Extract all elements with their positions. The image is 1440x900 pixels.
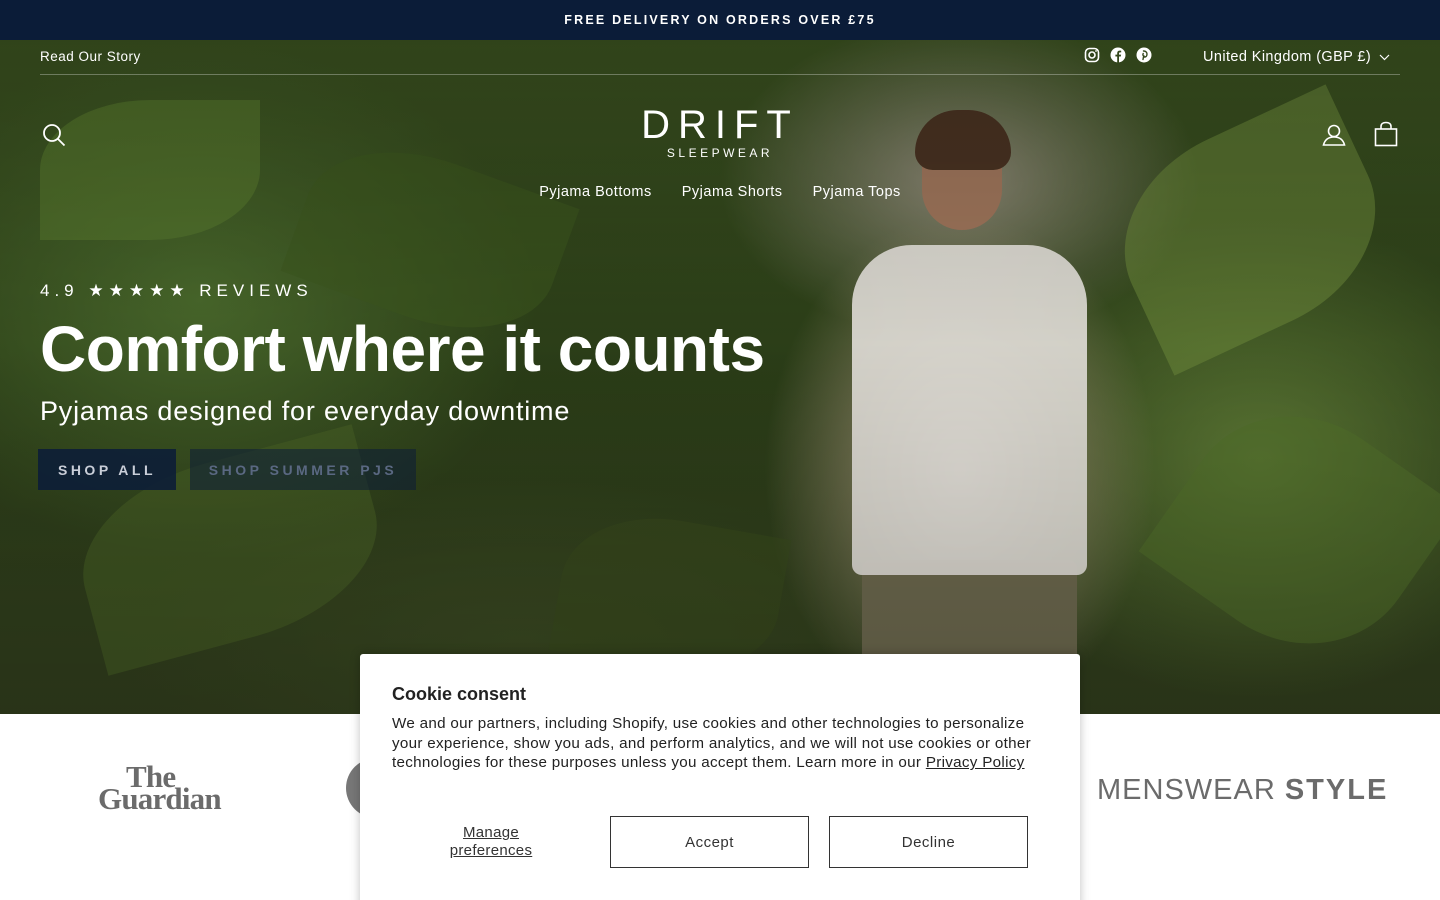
decline-button[interactable]: Decline [829,816,1028,868]
cookie-actions: Manage preferences Accept Decline [392,816,1048,868]
nav-item-pyjama-tops[interactable]: Pyjama Tops [813,184,901,200]
announcement-text: FREE DELIVERY ON ORDERS OVER £75 [564,13,876,27]
nav-item-pyjama-bottoms[interactable]: Pyjama Bottoms [539,184,652,200]
search-icon[interactable] [42,123,66,147]
cart-icon[interactable] [1374,121,1398,147]
cookie-description: We and our partners, including Shopify, … [392,714,1052,773]
facebook-icon[interactable] [1110,47,1126,63]
accept-button[interactable]: Accept [610,816,809,868]
nav-item-pyjama-shorts[interactable]: Pyjama Shorts [682,184,783,200]
account-icon[interactable] [1322,123,1346,147]
reviews-rating[interactable]: 4.9 ★★★★★ REVIEWS [40,281,313,301]
drift-logo[interactable]: DRIFT SLEEPWEAR [640,105,800,163]
cookie-title: Cookie consent [392,684,527,704]
main-nav: Pyjama Bottoms Pyjama Shorts Pyjama Tops [0,184,1440,200]
guardian-logo-line2: Guardian [98,781,222,816]
chevron-down-icon [1379,54,1390,60]
read-our-story-link[interactable]: Read Our Story [40,49,141,64]
social-links [1084,47,1152,63]
currency-label: United Kingdom (GBP £) [1203,49,1372,65]
pinterest-icon[interactable] [1136,47,1152,63]
shop-summer-pjs-button[interactable]: SHOP SUMMER PJS [190,449,416,490]
instagram-icon[interactable] [1084,47,1100,63]
person-tshirt [852,245,1087,575]
announcement-bar: FREE DELIVERY ON ORDERS OVER £75 [0,0,1440,40]
privacy-policy-link[interactable]: Privacy Policy [926,754,1025,771]
menswear-style-logo: MENSWEAR STYLE [1097,774,1388,807]
hero-headline: Comfort where it counts [40,313,765,385]
currency-selector[interactable]: United Kingdom (GBP £) [1203,49,1390,65]
logo-tagline: SLEEPWEAR [666,146,774,160]
guardian-logo: The Guardian [98,761,222,816]
menswear-logo-bold: STYLE [1284,774,1389,806]
utility-bar: Read Our Story United Kingdom (GBP £) [40,40,1400,75]
hero-subheading: Pyjamas designed for everyday downtime [40,396,571,426]
foliage-decor [1138,371,1440,689]
manage-preferences-link[interactable]: Manage preferences [422,824,560,860]
person-hair [915,110,1011,170]
foliage-decor [1089,84,1411,376]
foliage-decor [40,100,260,240]
menswear-logo-light: MENSWEAR [1097,774,1285,806]
shop-all-button[interactable]: SHOP ALL [38,449,176,490]
cookie-consent-dialog: Cookie consent We and our partners, incl… [360,654,1080,900]
logo-wordmark: DRIFT [641,103,799,147]
